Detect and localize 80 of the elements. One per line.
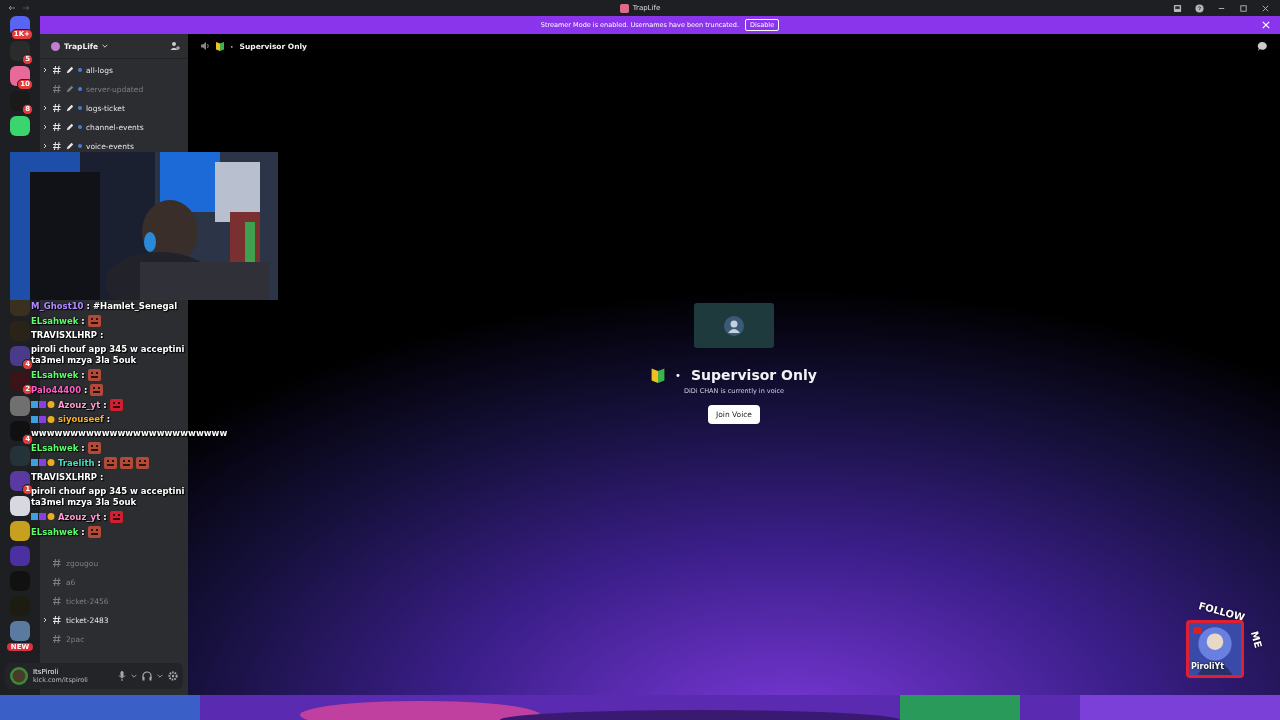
server-icon[interactable] (10, 496, 30, 516)
chat-icon[interactable] (1257, 40, 1268, 52)
inbox-icon[interactable] (1173, 3, 1182, 13)
headphones-icon[interactable] (142, 671, 152, 681)
chat-separator: : (81, 315, 85, 327)
chat-separator: : (103, 511, 107, 523)
settings-icon[interactable] (168, 671, 178, 681)
chat-username: Azouz_yt (58, 511, 101, 523)
shield-icon (216, 41, 224, 51)
shield-icon (651, 367, 666, 383)
maximize-icon[interactable] (1239, 3, 1248, 13)
hashtag-icon (52, 65, 62, 75)
chat-message: piroli chouf app 345 w acceptini ta3mel mzya 3la 5ouk (31, 486, 186, 508)
caret-icon[interactable] (131, 673, 137, 679)
separator-dot: • (675, 369, 681, 381)
chat-username: ELsahwek (31, 526, 79, 538)
status-dot-icon (78, 87, 82, 91)
server-icon[interactable] (10, 116, 30, 136)
follow-text: ME (1248, 629, 1264, 650)
server-icon (51, 41, 60, 51)
chat-username: TRAVISXLHRP (31, 472, 98, 483)
status-dot-icon (78, 125, 82, 129)
caret-icon[interactable] (157, 673, 163, 679)
pencil-icon (66, 104, 74, 112)
chat-username: ELsahwek (31, 315, 79, 327)
close-icon[interactable] (1261, 3, 1270, 13)
caret-icon[interactable] (42, 617, 48, 623)
hashtag-icon (52, 577, 62, 587)
avatar (10, 667, 28, 685)
chat-separator: : (86, 301, 90, 312)
channel-handle: PiroliYt (1191, 662, 1225, 671)
channel-title: Supervisor Only (691, 367, 817, 383)
chat-username: ELsahwek (31, 442, 79, 454)
caret-icon[interactable] (42, 67, 48, 73)
avatar (724, 315, 744, 336)
chat-username: M_Ghost10 (31, 301, 84, 312)
chevron-icon[interactable] (102, 43, 109, 49)
hashtag-icon (52, 558, 62, 568)
chat-username: Traelith (58, 457, 95, 469)
caret-icon[interactable] (42, 105, 48, 111)
chat-separator: : (100, 472, 104, 483)
status-dot-icon (78, 68, 82, 72)
chat-separator: : (84, 384, 88, 396)
pencil-icon (66, 66, 74, 74)
status-dot-icon (78, 106, 82, 110)
chat-separator: : (81, 442, 85, 454)
chat-username: TRAVISXLHRP (31, 330, 98, 341)
hashtag-icon (52, 634, 62, 644)
chat-username: ELsahwek (31, 369, 79, 381)
chat-username: siyouseef (58, 414, 104, 425)
hashtag-icon (52, 84, 62, 94)
caret-icon[interactable] (42, 143, 48, 149)
emote-icon (90, 384, 104, 396)
chat-separator: : (81, 369, 85, 381)
hashtag-icon (52, 615, 62, 625)
add-user-icon[interactable] (170, 41, 180, 51)
status-dot-icon (78, 144, 82, 148)
pencil-icon (66, 85, 74, 93)
server-icon (619, 3, 629, 13)
hashtag-icon (52, 596, 62, 606)
chat-message: piroli chouf app 345 w acceptini ta3mel mzya 3la 5ouk (31, 344, 186, 366)
chat-separator: : (106, 414, 111, 425)
chat-message: #Hamlet_Senegal (92, 301, 179, 312)
chat-separator: : (81, 526, 85, 538)
pencil-icon (66, 123, 74, 131)
chat-message: wwwwwwwwwwwwwwwwwwwwwwwww (31, 428, 228, 439)
pencil-icon (66, 142, 74, 150)
hashtag-icon (52, 103, 62, 113)
back-icon[interactable] (8, 5, 16, 11)
hashtag-icon (52, 122, 62, 132)
caret-icon[interactable] (42, 124, 48, 130)
chat-username: Azouz_yt (58, 399, 101, 411)
speaker-icon (200, 41, 210, 51)
hashtag-icon (52, 141, 62, 151)
chat-separator: : (103, 399, 107, 411)
help-icon[interactable] (1195, 3, 1204, 13)
chat-separator: : (97, 457, 101, 469)
microphone-icon[interactable] (118, 671, 126, 681)
chat-separator: : (100, 330, 104, 341)
server-icon[interactable] (10, 521, 30, 541)
